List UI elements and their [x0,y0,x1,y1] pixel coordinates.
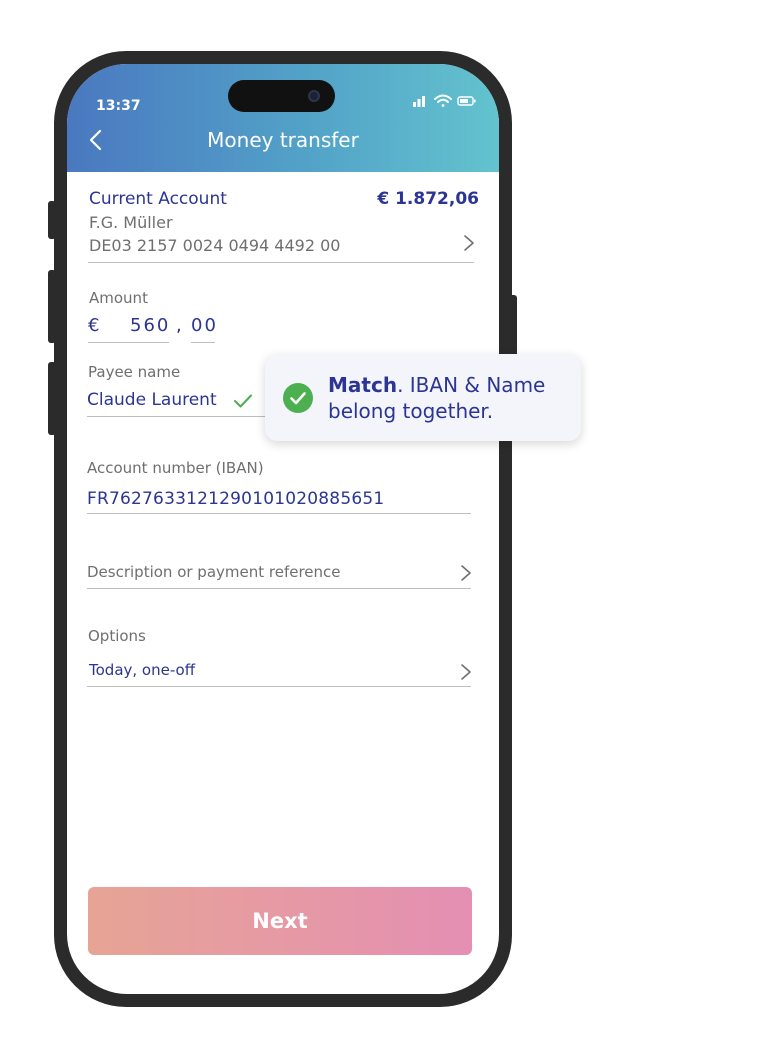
match-tooltip: Match. IBAN & Name belong together. [265,354,581,441]
divider [88,262,474,263]
check-circle-icon [283,383,313,413]
camera-icon [308,90,320,102]
signal-icon [413,96,425,107]
account-iban: DE03 2157 0024 0494 4492 00 [89,236,341,255]
amount-whole[interactable]: 560 [130,315,170,336]
app-header: 13:37 Money transfer [67,64,499,172]
match-message: Match. IBAN & Name belong together. [328,372,568,424]
status-icons [413,94,476,107]
battery-icon [457,96,476,106]
chevron-right-icon [464,235,474,251]
status-time: 13:37 [96,98,141,114]
dynamic-island [228,80,335,112]
amount-separator: , [176,315,182,336]
chevron-right-icon [461,565,471,581]
options-value: Today, one-off [89,661,196,679]
phone-frame: 13:37 Money transfer Current Account € 1… [54,51,512,1007]
payee-input[interactable]: Claude Laurent [87,390,217,410]
account-type: Current Account [89,189,227,209]
iban-label: Account number (IBAN) [87,459,264,477]
amount-whole-underline [88,342,169,343]
match-title: Match [328,373,398,397]
amount-cents[interactable]: 00 [191,315,218,336]
wifi-icon [434,94,452,107]
amount-label: Amount [89,289,148,307]
payee-label: Payee name [88,363,181,381]
account-holder: F.G. Müller [89,213,173,232]
page-title: Money transfer [207,128,359,152]
options-label: Options [88,627,146,645]
divider [87,588,471,589]
phone-screen: 13:37 Money transfer Current Account € 1… [67,64,499,994]
chevron-right-icon [461,664,471,680]
iban-input[interactable]: FR7627633121290101020885651 [87,489,384,509]
reference-placeholder: Description or payment reference [87,563,341,581]
divider [87,416,287,417]
amount-currency: € [88,315,100,336]
amount-cents-underline [191,342,215,343]
divider [87,513,471,514]
divider [87,686,471,687]
next-button[interactable]: Next [88,887,472,955]
account-balance: € 1.872,06 [377,189,479,209]
check-icon [234,394,252,408]
